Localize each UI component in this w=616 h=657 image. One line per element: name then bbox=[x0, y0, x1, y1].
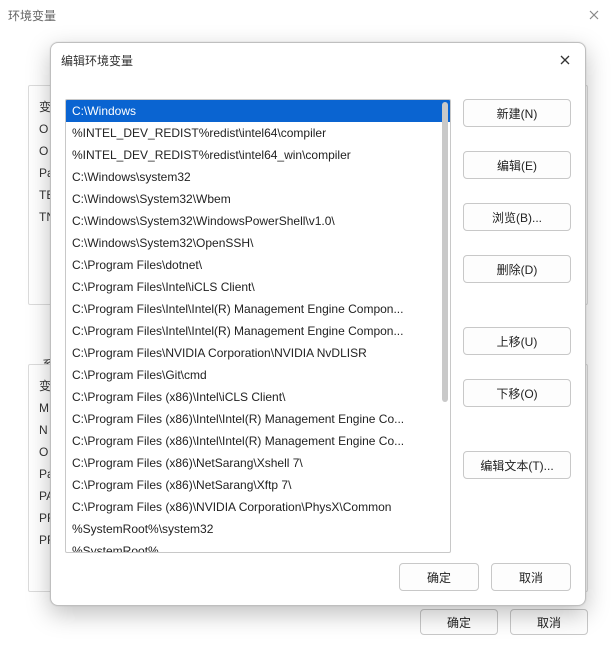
close-icon bbox=[560, 55, 570, 65]
edit-text-button[interactable]: 编辑文本(T)... bbox=[463, 451, 571, 479]
close-icon bbox=[589, 10, 599, 20]
move-up-button[interactable]: 上移(U) bbox=[463, 327, 571, 355]
path-list-item[interactable]: C:\Windows\System32\OpenSSH\ bbox=[66, 232, 450, 254]
dialog-cancel-button[interactable]: 取消 bbox=[491, 563, 571, 591]
path-list-item[interactable]: C:\Program Files\NVIDIA Corporation\NVID… bbox=[66, 342, 450, 364]
edit-env-var-dialog: 编辑环境变量 C:\Windows%INTEL_DEV_REDIST%redis… bbox=[50, 42, 586, 606]
outer-footer: 确定 取消 bbox=[420, 609, 588, 635]
delete-button[interactable]: 删除(D) bbox=[463, 255, 571, 283]
dialog-body: C:\Windows%INTEL_DEV_REDIST%redist\intel… bbox=[65, 99, 571, 553]
dialog-close-button[interactable] bbox=[551, 49, 579, 71]
dialog-footer: 确定 取消 bbox=[399, 563, 571, 591]
path-list-item[interactable]: C:\Windows\System32\Wbem bbox=[66, 188, 450, 210]
outer-title: 环境变量 bbox=[8, 7, 56, 24]
path-list-item[interactable]: %SystemRoot% bbox=[66, 540, 450, 552]
path-list-item[interactable]: C:\Program Files\dotnet\ bbox=[66, 254, 450, 276]
path-list-item[interactable]: C:\Program Files (x86)\NetSarang\Xshell … bbox=[66, 452, 450, 474]
path-list-item[interactable]: %INTEL_DEV_REDIST%redist\intel64\compile… bbox=[66, 122, 450, 144]
path-list-item[interactable]: C:\Program Files (x86)\Intel\Intel(R) Ma… bbox=[66, 408, 450, 430]
side-button-column: 新建(N) 编辑(E) 浏览(B)... 删除(D) 上移(U) 下移(O) 编… bbox=[463, 99, 571, 553]
path-list-item[interactable]: C:\Program Files\Intel\Intel(R) Manageme… bbox=[66, 320, 450, 342]
path-list-item[interactable]: C:\Windows bbox=[66, 100, 450, 122]
dialog-title: 编辑环境变量 bbox=[61, 52, 133, 69]
path-list-item[interactable]: C:\Program Files (x86)\NVIDIA Corporatio… bbox=[66, 496, 450, 518]
path-list-item[interactable]: %SystemRoot%\system32 bbox=[66, 518, 450, 540]
outer-ok-button[interactable]: 确定 bbox=[420, 609, 498, 635]
outer-close-button[interactable] bbox=[572, 0, 616, 30]
listbox-scrollbar[interactable] bbox=[442, 102, 448, 402]
path-list-item[interactable]: C:\Program Files\Git\cmd bbox=[66, 364, 450, 386]
path-list-item[interactable]: C:\Program Files\Intel\iCLS Client\ bbox=[66, 276, 450, 298]
path-list-item[interactable]: %INTEL_DEV_REDIST%redist\intel64_win\com… bbox=[66, 144, 450, 166]
dialog-ok-button[interactable]: 确定 bbox=[399, 563, 479, 591]
edit-button[interactable]: 编辑(E) bbox=[463, 151, 571, 179]
path-list-item[interactable]: C:\Program Files\Intel\Intel(R) Manageme… bbox=[66, 298, 450, 320]
outer-cancel-button[interactable]: 取消 bbox=[510, 609, 588, 635]
browse-button[interactable]: 浏览(B)... bbox=[463, 203, 571, 231]
new-button[interactable]: 新建(N) bbox=[463, 99, 571, 127]
move-down-button[interactable]: 下移(O) bbox=[463, 379, 571, 407]
path-list-item[interactable]: C:\Program Files (x86)\Intel\Intel(R) Ma… bbox=[66, 430, 450, 452]
path-listbox[interactable]: C:\Windows%INTEL_DEV_REDIST%redist\intel… bbox=[65, 99, 451, 553]
path-list-item[interactable]: C:\Program Files (x86)\Intel\iCLS Client… bbox=[66, 386, 450, 408]
dialog-titlebar: 编辑环境变量 bbox=[51, 43, 585, 77]
path-list-item[interactable]: C:\Windows\system32 bbox=[66, 166, 450, 188]
outer-titlebar: 环境变量 bbox=[0, 0, 616, 30]
path-list-item[interactable]: C:\Program Files (x86)\NetSarang\Xftp 7\ bbox=[66, 474, 450, 496]
path-list-item[interactable]: C:\Windows\System32\WindowsPowerShell\v1… bbox=[66, 210, 450, 232]
